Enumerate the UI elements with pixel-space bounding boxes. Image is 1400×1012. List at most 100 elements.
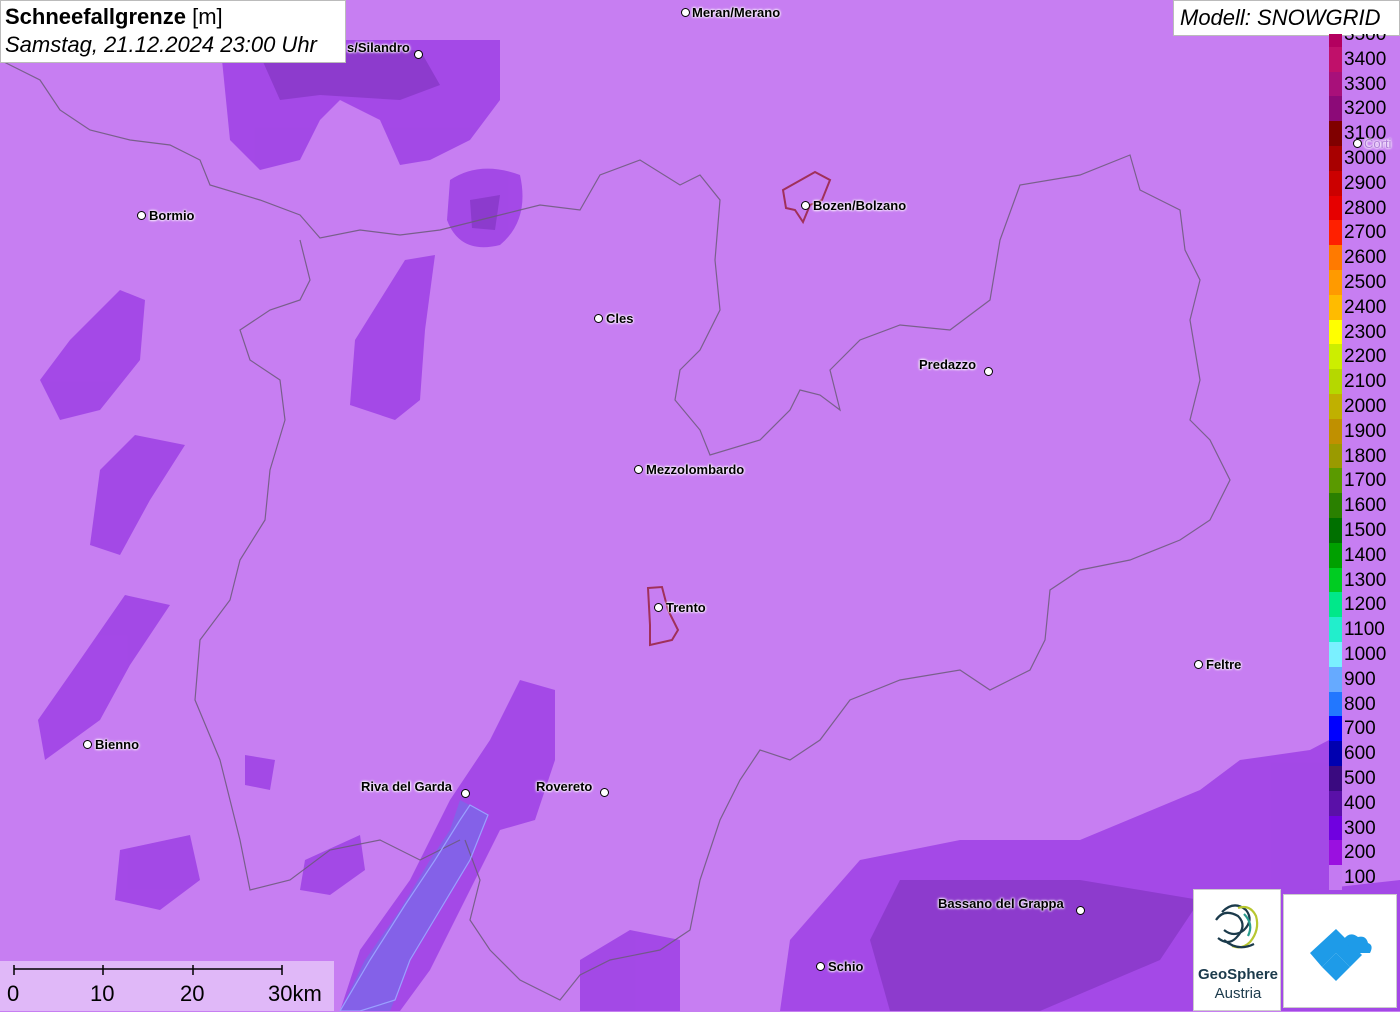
legend-item: 1200 bbox=[1329, 592, 1400, 618]
legend-swatch bbox=[1329, 369, 1342, 394]
legend-item: 900 bbox=[1329, 666, 1400, 692]
legend-swatch bbox=[1329, 121, 1342, 146]
model-label: Modell: SNOWGRID bbox=[1173, 0, 1400, 36]
scale-label-20: 20 bbox=[180, 981, 205, 1006]
city-marker[interactable] bbox=[1194, 660, 1203, 669]
city-label: Schio bbox=[828, 959, 864, 974]
legend-item: 1700 bbox=[1329, 468, 1400, 494]
legend-label: 900 bbox=[1344, 668, 1376, 690]
city-label: Feltre bbox=[1206, 657, 1242, 672]
legend-label: 1000 bbox=[1344, 644, 1387, 665]
legend-label: 400 bbox=[1344, 792, 1376, 814]
city-marker[interactable] bbox=[801, 201, 810, 210]
legend-label: 2500 bbox=[1344, 272, 1387, 293]
legend-label: 2000 bbox=[1344, 396, 1387, 417]
legend-label: 2300 bbox=[1344, 321, 1387, 343]
city-label: Meran/Merano bbox=[692, 5, 781, 20]
city-label: Corti bbox=[1364, 136, 1392, 151]
legend-item: 2700 bbox=[1329, 220, 1400, 246]
legend-swatch bbox=[1329, 493, 1342, 518]
legend-item: 2100 bbox=[1329, 369, 1400, 394]
legend-item: 1900 bbox=[1329, 418, 1400, 444]
logo-line1: GeoSphere bbox=[1197, 966, 1279, 983]
legend-item: 1500 bbox=[1329, 518, 1400, 543]
logo-line2: Austria bbox=[1214, 985, 1262, 1002]
legend-swatch bbox=[1329, 96, 1342, 122]
legend-label: 100 bbox=[1344, 867, 1376, 889]
city-label: Cles bbox=[606, 311, 634, 326]
legend-swatch bbox=[1329, 170, 1342, 196]
city-marker[interactable] bbox=[1353, 139, 1362, 148]
legend-item: 500 bbox=[1329, 766, 1400, 791]
city-marker[interactable] bbox=[600, 788, 609, 797]
legend-label: 800 bbox=[1344, 693, 1376, 715]
city-marker[interactable] bbox=[414, 50, 423, 59]
legend-item: 1400 bbox=[1329, 542, 1400, 568]
legend-item: 800 bbox=[1329, 691, 1400, 717]
city-marker[interactable] bbox=[137, 211, 146, 220]
legend-item: 1300 bbox=[1329, 567, 1400, 593]
city-marker[interactable] bbox=[816, 962, 825, 971]
city-marker[interactable] bbox=[1076, 906, 1085, 915]
legend-swatch bbox=[1329, 766, 1342, 791]
legend-label: 1800 bbox=[1344, 445, 1387, 467]
legend-swatch bbox=[1329, 195, 1342, 221]
legend-item: 1100 bbox=[1329, 617, 1400, 642]
legend-item: 2900 bbox=[1329, 170, 1400, 196]
legend-swatch bbox=[1329, 840, 1342, 866]
legend-item: 700 bbox=[1329, 716, 1400, 742]
scale-bar-line bbox=[13, 965, 283, 975]
city-label: s/Silandro bbox=[347, 40, 410, 55]
legend-item: 2300 bbox=[1329, 319, 1400, 345]
map-datetime: Samstag, 21.12.2024 23:00 Uhr bbox=[5, 32, 317, 57]
city-marker[interactable] bbox=[594, 314, 603, 323]
app-logo[interactable] bbox=[1283, 894, 1397, 1008]
legend-item: 3200 bbox=[1329, 96, 1400, 122]
legend-label: 500 bbox=[1344, 768, 1376, 789]
legend-item: 400 bbox=[1329, 790, 1400, 816]
legend-swatch bbox=[1329, 443, 1342, 469]
legend-swatch bbox=[1329, 617, 1342, 642]
city-marker[interactable] bbox=[634, 465, 643, 474]
legend-swatch bbox=[1329, 790, 1342, 816]
legend-swatch bbox=[1329, 642, 1342, 667]
legend-label: 1500 bbox=[1344, 520, 1387, 541]
city-marker[interactable] bbox=[681, 8, 690, 17]
legend-swatch bbox=[1329, 666, 1342, 692]
city-label: Mezzolombardo bbox=[646, 462, 745, 477]
legend-swatch bbox=[1329, 716, 1342, 742]
geosphere-logo[interactable]: GeoSphere Austria bbox=[1193, 889, 1281, 1011]
city-marker[interactable] bbox=[654, 603, 663, 612]
legend-swatch bbox=[1329, 220, 1342, 246]
legend-label: 1600 bbox=[1344, 495, 1387, 517]
legend-label: 3500 bbox=[1344, 34, 1387, 45]
legend-swatch bbox=[1329, 319, 1342, 345]
legend-item: 2200 bbox=[1329, 344, 1400, 370]
legend-label: 3400 bbox=[1344, 48, 1387, 70]
map-canvas[interactable] bbox=[0, 0, 1400, 1011]
legend-item: 1800 bbox=[1329, 443, 1400, 469]
city-marker[interactable] bbox=[461, 789, 470, 798]
legend-label: 1400 bbox=[1344, 544, 1387, 566]
geosphere-emblem-icon bbox=[1215, 904, 1259, 949]
legend-label: 3300 bbox=[1344, 73, 1387, 95]
legend-swatch bbox=[1329, 146, 1342, 171]
legend-swatch bbox=[1329, 294, 1342, 320]
legend-swatch bbox=[1329, 518, 1342, 543]
city-label: Bassano del Grappa bbox=[938, 896, 1064, 911]
legend-swatch bbox=[1329, 468, 1342, 494]
city-label: Bozen/Bolzano bbox=[813, 198, 907, 213]
city-label: Riva del Garda bbox=[361, 779, 453, 794]
legend-swatch bbox=[1329, 245, 1342, 270]
city-label: Trento bbox=[666, 600, 706, 615]
map-title-box: Schneefallgrenze [m] Samstag, 21.12.2024… bbox=[0, 0, 346, 63]
city-marker[interactable] bbox=[83, 740, 92, 749]
map-title: Schneefallgrenze [m] bbox=[5, 3, 341, 31]
city-marker[interactable] bbox=[984, 367, 993, 376]
legend-label: 2200 bbox=[1344, 346, 1387, 368]
legend-swatch bbox=[1329, 691, 1342, 717]
legend-label: 1300 bbox=[1344, 569, 1387, 591]
legend-label: 700 bbox=[1344, 718, 1376, 740]
color-legend: 3500 3400 3300 3200 3100 3000 2900 2800 2700 2600… bbox=[1329, 34, 1400, 890]
legend-swatch bbox=[1329, 270, 1342, 295]
